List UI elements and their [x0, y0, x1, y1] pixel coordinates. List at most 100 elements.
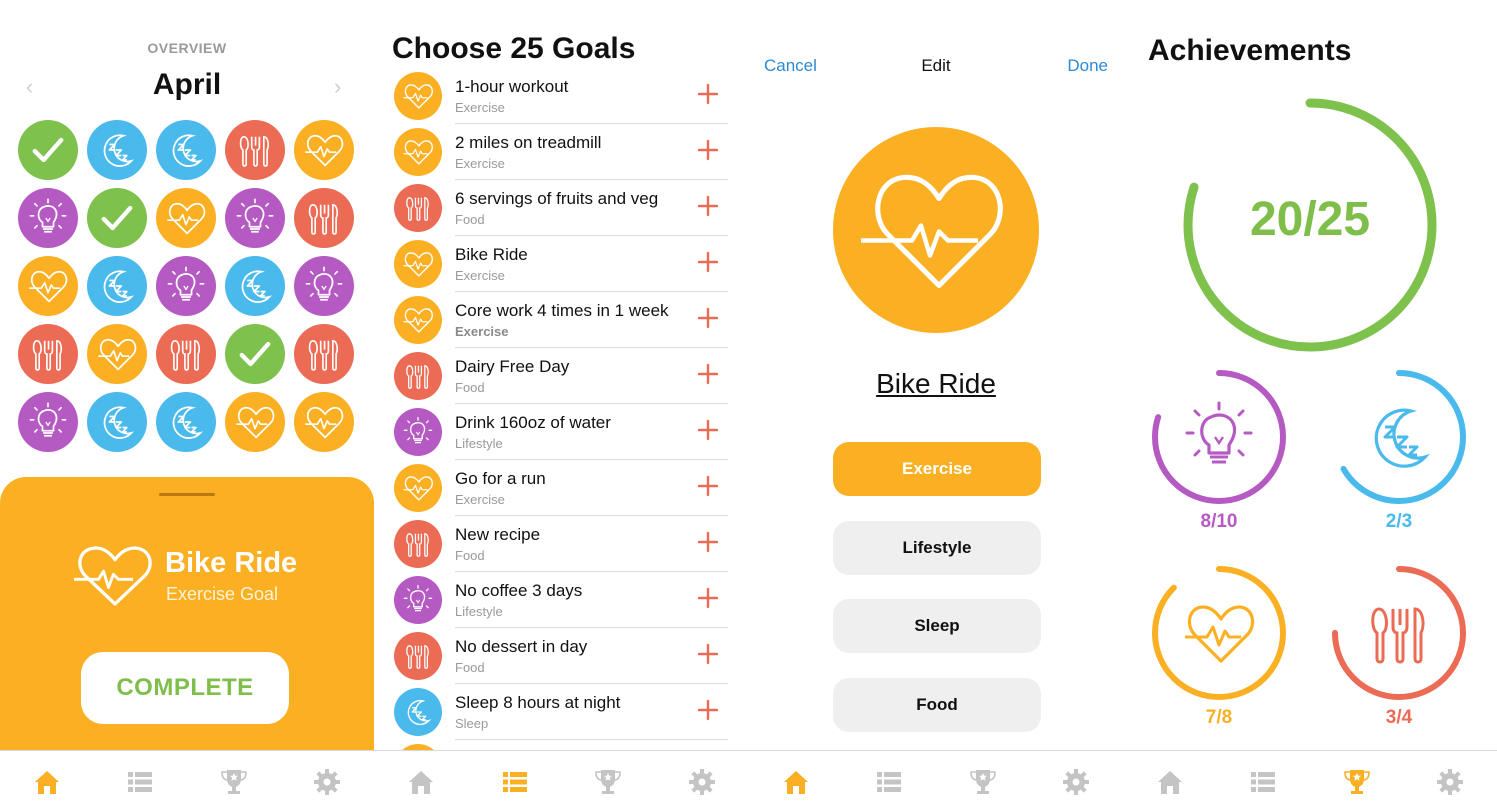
goal-cell-food[interactable]: [225, 120, 285, 180]
heartbeat-icon: [305, 406, 344, 439]
goal-row[interactable]: Core work 4 times in 1 week Exercise: [374, 292, 749, 348]
goal-cell-exercise[interactable]: [294, 392, 354, 452]
goal-cell-lifestyle[interactable]: [294, 256, 354, 316]
goal-row[interactable]: 6 servings of fruits and veg Food: [374, 180, 749, 236]
goal-name: Go for a run: [455, 469, 546, 488]
goal-cell-sleep[interactable]: [156, 392, 216, 452]
utensils-icon: [1371, 607, 1425, 664]
goal-cell-sleep[interactable]: [225, 256, 285, 316]
category-option-lifestyle[interactable]: Lifestyle: [833, 521, 1041, 575]
goal-cell-food[interactable]: [18, 324, 78, 384]
goal-cell-food[interactable]: [156, 324, 216, 384]
goal-name: 2 miles on treadmill: [455, 133, 602, 152]
add-icon[interactable]: [696, 642, 720, 666]
goal-name[interactable]: Bike Ride: [749, 368, 1123, 400]
tab-home[interactable]: [776, 762, 816, 802]
add-icon[interactable]: [696, 194, 720, 218]
tab-settings[interactable]: [682, 762, 722, 802]
moon-zzz-icon: [103, 134, 135, 167]
add-icon[interactable]: [696, 530, 720, 554]
goal-cell-exercise[interactable]: [156, 188, 216, 248]
goal-cell-sleep[interactable]: [87, 256, 147, 316]
lightbulb-icon: [403, 416, 433, 444]
total-count: 20/25: [1249, 193, 1371, 246]
moon-zzz-icon: [172, 406, 204, 439]
tab-list[interactable]: [869, 762, 909, 802]
tab-list[interactable]: [120, 762, 160, 802]
goal-cell-food[interactable]: [294, 188, 354, 248]
add-icon[interactable]: [696, 698, 720, 722]
goal-type-icon: [394, 688, 442, 736]
goal-type-icon: [394, 352, 442, 400]
tab-trophy[interactable]: [588, 762, 628, 802]
chevron-right-icon[interactable]: ›: [334, 74, 341, 100]
tab-trophy[interactable]: [214, 762, 254, 802]
goal-type-icon: [394, 632, 442, 680]
tab-trophy[interactable]: [1337, 762, 1377, 802]
goal-cell-exercise[interactable]: [87, 324, 147, 384]
tab-home[interactable]: [401, 762, 441, 802]
goal-cell-exercise[interactable]: [294, 120, 354, 180]
add-icon[interactable]: [696, 82, 720, 106]
lightbulb-icon: [29, 198, 67, 233]
goal-cell-sleep[interactable]: [87, 392, 147, 452]
category-option-food[interactable]: Food: [833, 678, 1041, 732]
category-option-exercise[interactable]: Exercise: [833, 442, 1041, 496]
goal-row[interactable]: Sleep 8 hours at night Sleep: [374, 684, 749, 740]
complete-button[interactable]: COMPLETE: [81, 652, 289, 724]
goal-row[interactable]: No coffee 3 days Lifestyle: [374, 572, 749, 628]
goal-row[interactable]: Go for a run Exercise: [374, 460, 749, 516]
choose-goals-screen: Choose 25 Goals 1-hour workout Exercise 2 …: [374, 0, 749, 812]
tab-settings[interactable]: [1430, 762, 1470, 802]
goal-category: Food: [455, 380, 485, 395]
goal-cell-complete[interactable]: [87, 188, 147, 248]
goal-category: Food: [455, 212, 485, 227]
goal-row[interactable]: Bike Ride Exercise: [374, 236, 749, 292]
tab-trophy[interactable]: [963, 762, 1003, 802]
goal-row[interactable]: No dessert in day Food: [374, 628, 749, 684]
tab-settings[interactable]: [1056, 762, 1096, 802]
trophy-icon: [1343, 769, 1370, 794]
goal-cell-lifestyle[interactable]: [18, 392, 78, 452]
tab-list[interactable]: [495, 762, 535, 802]
goal-row[interactable]: 1-hour workout Exercise: [374, 68, 749, 124]
goal-cell-complete[interactable]: [18, 120, 78, 180]
tab-home[interactable]: [27, 762, 67, 802]
add-icon[interactable]: [696, 474, 720, 498]
list-icon: [502, 771, 527, 792]
goal-category: Exercise: [455, 100, 505, 115]
heartbeat-icon: [403, 476, 433, 501]
goal-cell-exercise[interactable]: [225, 392, 285, 452]
add-icon[interactable]: [696, 362, 720, 386]
goal-name: No coffee 3 days: [455, 581, 583, 600]
add-icon[interactable]: [696, 306, 720, 330]
goal-row[interactable]: Drink 160oz of water Lifestyle: [374, 404, 749, 460]
add-icon[interactable]: [696, 250, 720, 274]
goal-cell-exercise[interactable]: [18, 256, 78, 316]
lightbulb-icon: [305, 266, 343, 301]
cancel-button[interactable]: Cancel: [764, 56, 817, 76]
goal-icon[interactable]: [833, 127, 1039, 333]
lightbulb-icon: [236, 198, 274, 233]
sheet-handle[interactable]: [159, 493, 215, 496]
done-button[interactable]: Done: [1067, 56, 1108, 76]
goal-row[interactable]: 2 miles on treadmill Exercise: [374, 124, 749, 180]
goal-cell-lifestyle[interactable]: [18, 188, 78, 248]
tab-list[interactable]: [1243, 762, 1283, 802]
goal-cell-lifestyle[interactable]: [225, 188, 285, 248]
goal-row[interactable]: Dairy Free Day Food: [374, 348, 749, 404]
goal-cell-lifestyle[interactable]: [156, 256, 216, 316]
category-option-sleep[interactable]: Sleep: [833, 599, 1041, 653]
goal-row[interactable]: New recipe Food: [374, 516, 749, 572]
tab-settings[interactable]: [307, 762, 347, 802]
tab-home[interactable]: [1150, 762, 1190, 802]
goal-cell-sleep[interactable]: [87, 120, 147, 180]
goal-cell-food[interactable]: [294, 324, 354, 384]
add-icon[interactable]: [696, 138, 720, 162]
goal-list: 1-hour workout Exercise 2 miles on treadmi…: [374, 68, 749, 796]
moon-zzz-icon: [241, 270, 273, 303]
add-icon[interactable]: [696, 586, 720, 610]
goal-cell-sleep[interactable]: [156, 120, 216, 180]
goal-cell-complete[interactable]: [225, 324, 285, 384]
add-icon[interactable]: [696, 418, 720, 442]
